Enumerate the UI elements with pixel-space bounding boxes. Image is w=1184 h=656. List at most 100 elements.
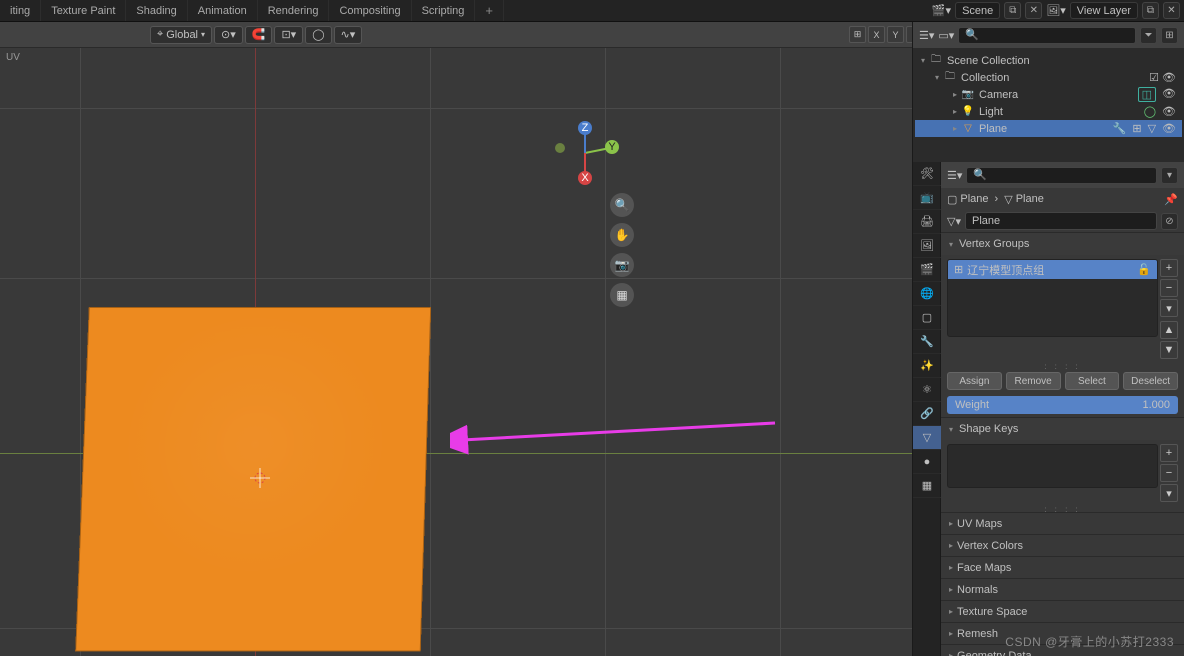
texture-space-section[interactable]: ▸Texture Space [941,600,1184,622]
vgroup-movedown-button[interactable]: ▼ [1160,341,1178,359]
layer-delete-icon[interactable]: ✕ [1163,2,1180,19]
shapekey-menu-button[interactable]: ▾ [1160,484,1178,502]
prop-tab-modifiers[interactable]: 🔧 [913,330,941,354]
light-data-icon[interactable]: ◯ [1144,105,1156,118]
vgroup-moveup-button[interactable]: ▲ [1160,321,1178,339]
options-icon[interactable]: ▾ [1161,167,1178,184]
editor-type-icon[interactable]: ☰▾ [919,29,934,42]
viewlayer-selector[interactable]: View Layer [1070,2,1138,19]
mesh-select-mode-icon[interactable]: ⊞ [849,26,866,43]
prop-tab-particles[interactable]: ✨ [913,354,941,378]
vertex-group-item[interactable]: ⊞辽宁模型顶点组🔓 [948,260,1157,279]
prop-tab-world[interactable]: 🌐 [913,282,941,306]
filter-icon[interactable]: ⏷ [1140,27,1157,44]
camera-view-icon[interactable]: 📷 [610,253,634,277]
scene-collection-row[interactable]: ▾🗀Scene Collection [915,52,1182,69]
shape-keys-header[interactable]: ▾Shape Keys [941,418,1184,440]
mesh-data-icon[interactable]: ▽ [1148,122,1156,135]
properties-search-input[interactable] [966,167,1157,184]
scene-copy-icon[interactable]: ⧉ [1004,2,1021,19]
bc-mesh[interactable]: ▽Plane [1004,193,1044,206]
prop-tab-render[interactable]: 📺 [913,186,941,210]
zoom-icon[interactable]: 🔍 [610,193,634,217]
face-maps-section[interactable]: ▸Face Maps [941,556,1184,578]
mesh-name-input[interactable]: Plane [965,212,1157,230]
navigation-gizmo[interactable]: Y Z X [550,118,620,188]
remove-button[interactable]: Remove [1006,372,1061,390]
remove-shapekey-button[interactable]: − [1160,464,1178,482]
visibility-icons[interactable]: ☑ 👁 [1149,71,1182,84]
vertex-colors-section[interactable]: ▸Vertex Colors [941,534,1184,556]
prop-tab-mesh-data[interactable]: ▽ [913,426,941,450]
prop-tab-viewlayer[interactable]: 🖼 [913,234,941,258]
layer-browse-icon[interactable]: 🖼▾ [1046,4,1066,17]
select-button[interactable]: Select [1065,372,1120,390]
vgroup-menu-button[interactable]: ▾ [1160,299,1178,317]
shape-keys-listbox[interactable] [947,444,1158,488]
orientation-dropdown[interactable]: ⌖Global▾ [150,26,212,44]
snap-toggle[interactable]: 🧲 [245,26,273,44]
fake-user-icon[interactable]: ⊘ [1161,213,1178,230]
properties-content: ☰▾ ▾ ▢Plane › ▽Plane 📌 ▽▾ Plane ⊘ ▾Verte… [941,162,1184,656]
pin-icon[interactable]: 📌 [1164,193,1178,206]
vertex-group-icon[interactable]: ⊞ [1132,122,1141,135]
prop-tab-scene[interactable]: 🎬 [913,258,941,282]
proportional-dropdown[interactable]: ∿▾ [334,26,363,44]
outliner-item-plane[interactable]: ▸▽Plane🔧⊞▽ 👁 [915,120,1182,137]
lock-icon[interactable]: 🔓 [1137,263,1151,276]
editor-type-icon[interactable]: ☰▾ [947,169,962,182]
camera-data-icon[interactable]: ◫ [1138,87,1156,102]
workspace-tab[interactable]: Scripting [412,0,476,21]
outliner-item-light[interactable]: ▸💡Light◯ 👁 [915,103,1182,120]
3d-viewport[interactable]: UV Y Z X 🔍 ✋ 📷 ▦ [0,48,912,656]
perspective-toggle-icon[interactable]: ▦ [610,283,634,307]
new-collection-icon[interactable]: ⊞ [1161,27,1178,44]
workspace-tab[interactable]: Shading [126,0,187,21]
outliner-search-input[interactable] [958,27,1136,44]
workspace-tab[interactable]: Texture Paint [41,0,126,21]
prop-tab-constraints[interactable]: 🔗 [913,402,941,426]
add-vgroup-button[interactable]: + [1160,259,1178,277]
pivot-dropdown[interactable]: ⊙▾ [214,26,243,44]
deselect-button[interactable]: Deselect [1123,372,1178,390]
outliner-item-camera[interactable]: ▸📷Camera◫ 👁 [915,86,1182,103]
add-workspace-tab[interactable]: + [475,0,504,21]
bc-object[interactable]: ▢Plane [947,193,989,206]
prop-tab-physics[interactable]: ⚛ [913,378,941,402]
proportional-toggle[interactable]: ◯ [305,26,331,44]
mesh-browse-icon[interactable]: ▽▾ [947,215,961,228]
pan-icon[interactable]: ✋ [610,223,634,247]
workspace-tab[interactable]: iting [0,0,41,21]
remove-vgroup-button[interactable]: − [1160,279,1178,297]
modifier-icon[interactable]: 🔧 [1113,122,1127,135]
workspace-tab[interactable]: Animation [188,0,258,21]
outliner-tree[interactable]: ▾🗀Scene Collection ▾🗀Collection☑ 👁 ▸📷Cam… [913,48,1184,141]
light-icon: 💡 [961,105,975,119]
prop-tab-tools[interactable]: 🛠 [913,162,941,186]
display-mode-icon[interactable]: ▭▾ [938,29,954,42]
snap-dropdown[interactable]: ⊡▾ [274,26,303,44]
normals-section[interactable]: ▸Normals [941,578,1184,600]
uv-maps-section[interactable]: ▸UV Maps [941,512,1184,534]
prop-tab-material[interactable]: ● [913,450,941,474]
prop-tab-output[interactable]: 🖨 [913,210,941,234]
assign-button[interactable]: Assign [947,372,1002,390]
axis-x-button[interactable]: X [868,26,885,43]
scene-delete-icon[interactable]: ✕ [1025,2,1042,19]
prop-tab-texture[interactable]: ▦ [913,474,941,498]
vertex-groups-list: ⊞辽宁模型顶点组🔓 + − ▾ ▲ ▼ [947,259,1178,359]
workspace-tab[interactable]: Compositing [329,0,411,21]
workspace-tab[interactable]: Rendering [258,0,330,21]
prop-tab-object[interactable]: ▢ [913,306,941,330]
vertex-groups-header[interactable]: ▾Vertex Groups [941,233,1184,255]
collection-icon: 🗀 [929,54,943,68]
weight-slider[interactable]: Weight 1.000 [947,396,1178,414]
scene-browse-icon[interactable]: 🎬▾ [932,4,951,17]
vertex-groups-listbox[interactable]: ⊞辽宁模型顶点组🔓 [947,259,1158,337]
axis-y-button[interactable]: Y [887,26,904,43]
uv-label: UV [6,52,20,63]
layer-copy-icon[interactable]: ⧉ [1142,2,1159,19]
scene-selector[interactable]: Scene [955,2,1000,19]
collection-row[interactable]: ▾🗀Collection☑ 👁 [915,69,1182,86]
add-shapekey-button[interactable]: + [1160,444,1178,462]
